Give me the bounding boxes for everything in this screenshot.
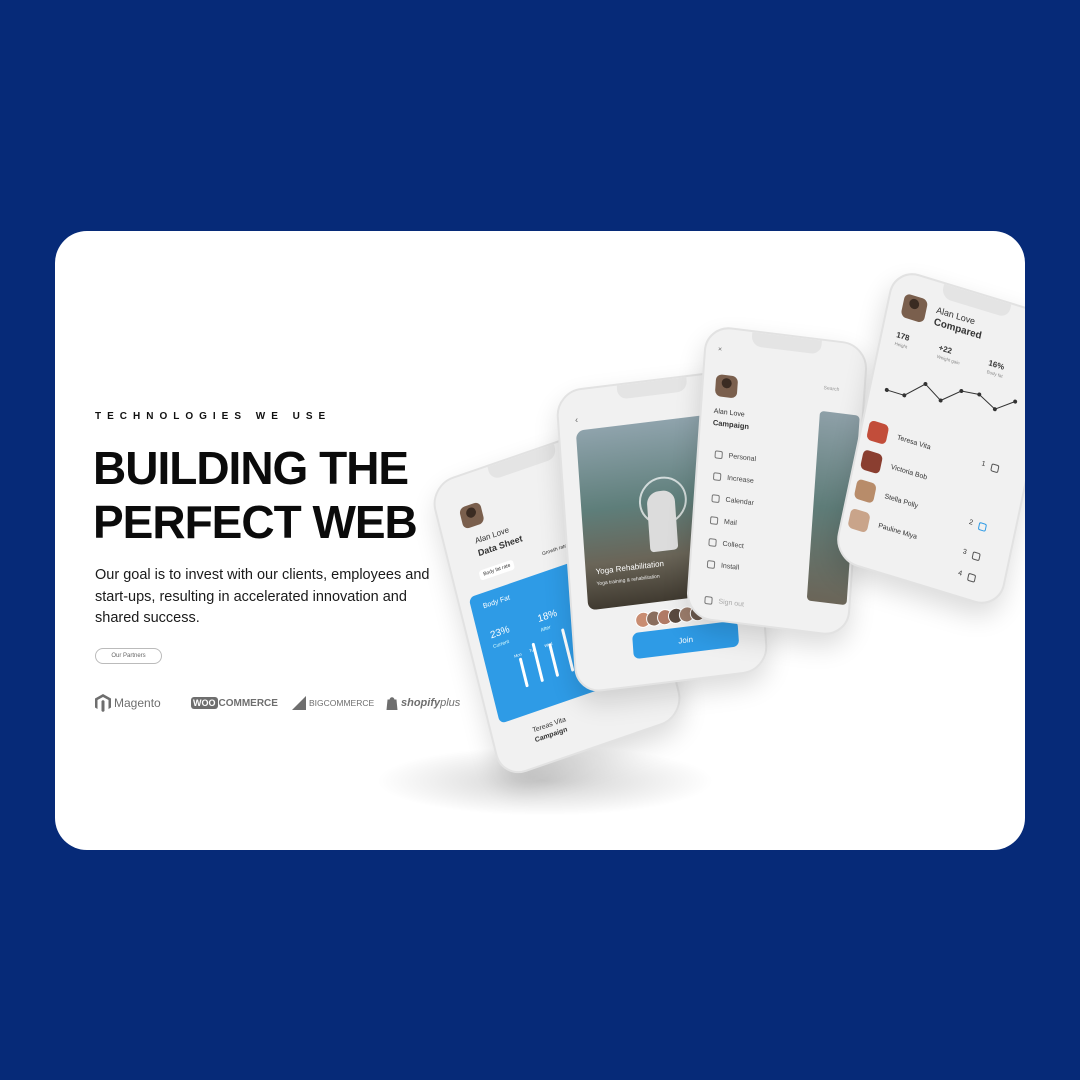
hero-description: Our goal is to invest with our clients, …: [95, 567, 430, 626]
phone-notch: [487, 444, 558, 481]
menu-item-increase[interactable]: Increase: [712, 472, 754, 485]
yoga-subtitle: Yoga training & rehabilitation: [596, 573, 660, 588]
avatar: [458, 501, 485, 530]
line-point: [884, 387, 889, 393]
phone-notch: [616, 377, 688, 400]
hero-card: TECHNOLOGIES WE USE BUILDING THE PERFECT…: [55, 231, 1025, 850]
check-icon[interactable]: [971, 551, 981, 562]
check-icon: [712, 472, 722, 482]
magento-logo: Magento: [95, 691, 161, 715]
home-icon: [714, 450, 723, 460]
phone-campaign: × Alan Love Campaign Search Personal Inc…: [685, 324, 869, 638]
person-avatar: [859, 449, 884, 475]
magento-label: Magento: [114, 696, 161, 710]
mail-icon: [709, 516, 719, 526]
chart-bar: [518, 657, 529, 688]
gear-icon: [706, 559, 716, 569]
line-point: [1013, 399, 1018, 404]
avatar: [900, 292, 929, 324]
weight-gain-label: Weight gain: [936, 353, 961, 366]
person-avatar: [853, 478, 877, 504]
after-value: 18%: [536, 607, 559, 626]
back-icon[interactable]: ‹: [575, 415, 579, 425]
sign-out-item[interactable]: Sign out: [704, 595, 744, 609]
yoga-figure: [646, 489, 679, 553]
person-rank: 1: [980, 460, 987, 469]
shopify-label: shopify: [401, 697, 441, 709]
phone-notch: [751, 332, 822, 355]
logout-icon: [704, 595, 713, 605]
phone-mockups: ⊞ Alan Love Data Sheet Body fat rate Gro…: [428, 266, 1025, 781]
shopify-bag-icon: [386, 697, 398, 710]
person-name: Teresa Vita: [896, 434, 932, 452]
current-label: Current: [492, 638, 510, 651]
chart-bar: [548, 643, 560, 678]
person-rank: 4: [957, 569, 963, 578]
menu-item-personal[interactable]: Personal: [714, 450, 756, 463]
check-icon[interactable]: [990, 463, 1000, 474]
bag-icon: [708, 538, 717, 547]
menu-item-calendar[interactable]: Calendar: [711, 494, 754, 507]
phone-compared: Alan Love Compared ⊞ 178 Height +22 Weig…: [832, 266, 1025, 611]
join-button[interactable]: Join: [632, 620, 740, 660]
woo-badge: WOO: [191, 697, 218, 709]
bigcommerce-label: BIGCOMMERCE: [309, 698, 375, 708]
menu-item-collect[interactable]: Collect: [708, 538, 744, 550]
avatar: [714, 373, 739, 399]
bigcommerce-icon: [292, 696, 306, 710]
after-label: After: [540, 624, 552, 634]
section-eyebrow: TECHNOLOGIES WE USE: [95, 411, 332, 422]
user-name: Alan Love: [713, 407, 745, 419]
calendar-icon: [711, 494, 720, 504]
check-icon[interactable]: [966, 572, 977, 583]
campaign-title: Campaign: [712, 417, 750, 432]
woocommerce-label: COMMERCE: [218, 697, 278, 709]
person-name: Victoria Bob: [890, 463, 928, 482]
menu-item-mail[interactable]: Mail: [709, 516, 737, 527]
close-icon[interactable]: ×: [718, 346, 723, 353]
partner-logos: Magento WOO COMMERCE BIGCOMMERCE shopify…: [95, 691, 475, 715]
line-point: [959, 388, 964, 394]
hero-headline: BUILDING THE PERFECT WEB: [93, 442, 418, 548]
person-rank: 2: [968, 518, 974, 527]
person-rank: 3: [962, 548, 968, 557]
search-label[interactable]: Search: [823, 385, 839, 393]
tab-body-fat[interactable]: Body fat rate: [478, 559, 516, 581]
chart-bar: [531, 642, 545, 683]
woocommerce-logo: WOO COMMERCE: [191, 691, 278, 715]
participant-avatars: [634, 604, 707, 629]
bigcommerce-logo: BIGCOMMERCE: [292, 691, 374, 715]
menu-item-install[interactable]: Install: [706, 559, 740, 572]
our-partners-button[interactable]: Our Partners: [95, 648, 162, 664]
person-name: Stella Polly: [883, 493, 919, 511]
panel-title: Body Fat: [482, 594, 511, 611]
person-avatar: [866, 419, 890, 446]
line-point: [902, 393, 907, 398]
check-icon[interactable]: [977, 521, 988, 533]
magento-icon: [95, 694, 111, 712]
